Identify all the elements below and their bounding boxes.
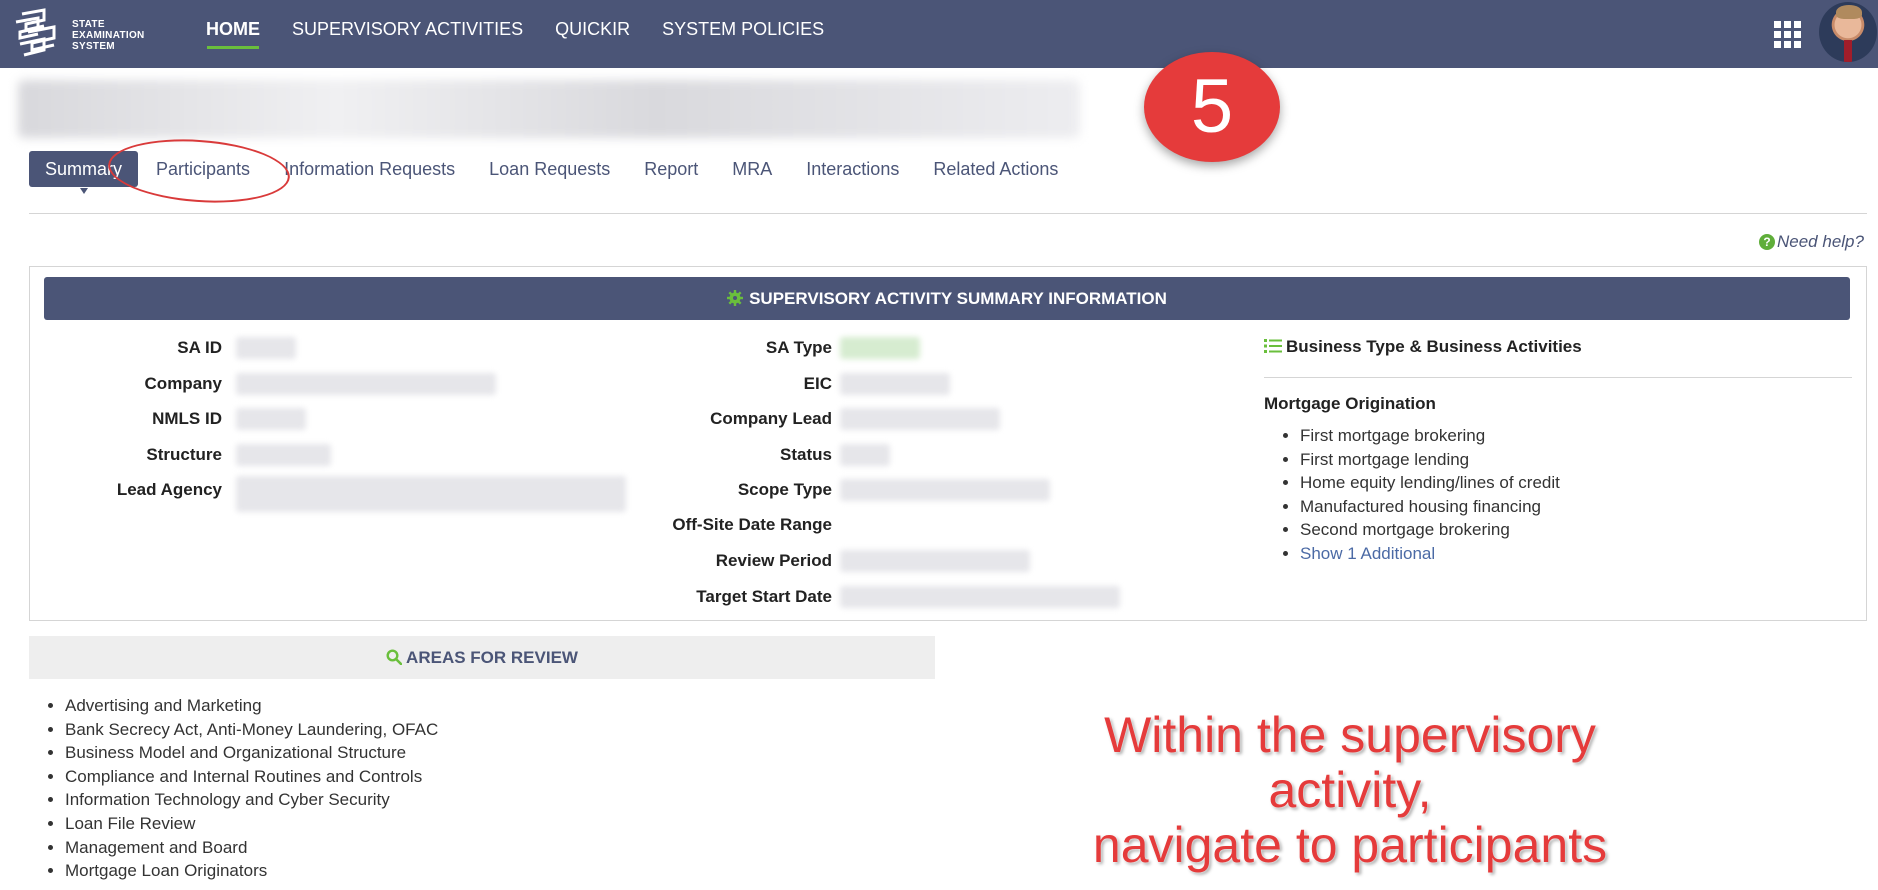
field-label: SA Type xyxy=(765,338,832,357)
list-item: Compliance and Internal Routines and Con… xyxy=(65,765,438,789)
field-label: SA ID xyxy=(177,338,222,357)
field-label: Off-Site Date Range xyxy=(672,515,832,534)
main-nav: HOME SUPERVISORY ACTIVITIES QUICKIR SYST… xyxy=(190,0,840,68)
gear-icon xyxy=(727,290,744,306)
show-more-link[interactable]: Show 1 Additional xyxy=(1300,544,1435,563)
list-item: Mortgage Loan Originators xyxy=(65,859,438,883)
annotation-line-2: navigate to participants xyxy=(1092,817,1608,873)
list-item: Loan File Review xyxy=(65,812,438,836)
field-label: Status xyxy=(780,445,832,464)
field-target-start-date: Target Start Date xyxy=(600,582,832,612)
nav-home[interactable]: HOME xyxy=(190,0,276,68)
tab-interactions[interactable]: Interactions xyxy=(790,151,915,187)
field-lead-agency: Lead Agency xyxy=(29,475,222,505)
field-label: NMLS ID xyxy=(152,409,222,428)
field-label: Target Start Date xyxy=(696,587,832,606)
question-circle-icon: ? xyxy=(1759,234,1775,250)
list-item: Manufactured housing financing xyxy=(1300,495,1560,519)
field-value-redacted xyxy=(236,476,626,512)
list-item-show-more: Show 1 Additional xyxy=(1300,542,1560,566)
tab-related-actions[interactable]: Related Actions xyxy=(917,151,1074,187)
tab-report[interactable]: Report xyxy=(628,151,714,187)
ses-logo-icon xyxy=(15,8,56,57)
field-value-redacted xyxy=(236,444,331,466)
areas-for-review-header-text: AREAS FOR REVIEW xyxy=(406,648,578,667)
list-icon xyxy=(1264,339,1282,353)
business-divider xyxy=(1264,377,1852,378)
field-value-redacted xyxy=(840,337,920,359)
brand-name-line-1: STATE xyxy=(72,19,105,30)
need-help-label: Need help? xyxy=(1777,232,1864,251)
summary-header-text: SUPERVISORY ACTIVITY SUMMARY INFORMATION xyxy=(749,289,1167,308)
step-number-badge: 5 xyxy=(1144,52,1280,162)
field-off-site-date-range: Off-Site Date Range xyxy=(600,510,832,540)
field-value-redacted xyxy=(840,479,1050,501)
list-item: Second mortgage brokering xyxy=(1300,518,1560,542)
brand-name: STATE EXAMINATION SYSTEM xyxy=(72,19,145,52)
field-label: Structure xyxy=(146,445,222,464)
ses-logo[interactable]: STATE EXAMINATION SYSTEM xyxy=(14,6,164,62)
field-sa-type: SA Type xyxy=(600,333,832,363)
need-help-link[interactable]: ? Need help? xyxy=(1759,232,1864,252)
business-type-subtitle: Mortgage Origination xyxy=(1264,394,1436,413)
field-sa-id: SA ID xyxy=(29,333,222,363)
business-activities-title: Business Type & Business Activities xyxy=(1264,337,1582,357)
areas-for-review-header: AREAS FOR REVIEW xyxy=(29,636,935,679)
list-item: First mortgage brokering xyxy=(1300,424,1560,448)
brand-name-line-3: SYSTEM xyxy=(72,41,115,52)
field-status: Status xyxy=(600,440,832,470)
page-title-redacted xyxy=(18,80,1080,138)
field-value-redacted xyxy=(236,337,296,359)
field-company-lead: Company Lead xyxy=(600,404,832,434)
field-value-redacted xyxy=(236,408,306,430)
field-eic: EIC xyxy=(600,369,832,399)
search-icon xyxy=(386,649,403,666)
summary-header: SUPERVISORY ACTIVITY SUMMARY INFORMATION xyxy=(44,277,1850,320)
field-value-redacted xyxy=(840,373,950,395)
participants-highlight-circle xyxy=(106,133,292,209)
field-company: Company xyxy=(29,369,222,399)
tab-information-requests[interactable]: Information Requests xyxy=(268,151,471,187)
apps-grid-icon[interactable] xyxy=(1774,21,1801,48)
field-label: Lead Agency xyxy=(116,480,222,499)
field-value-redacted xyxy=(236,373,496,395)
business-activities-list: First mortgage brokering First mortgage … xyxy=(1264,424,1560,566)
field-value-redacted xyxy=(840,550,1030,572)
nav-system-policies[interactable]: SYSTEM POLICIES xyxy=(646,0,840,68)
list-item: Management and Board xyxy=(65,836,438,860)
field-nmls-id: NMLS ID xyxy=(29,404,222,434)
list-item: Information Technology and Cyber Securit… xyxy=(65,788,438,812)
field-value-redacted xyxy=(840,408,1000,430)
field-value-redacted xyxy=(840,586,1120,608)
field-label: Review Period xyxy=(715,551,832,570)
business-activities-title-text: Business Type & Business Activities xyxy=(1286,337,1582,356)
nav-supervisory-activities[interactable]: SUPERVISORY ACTIVITIES xyxy=(276,0,539,68)
list-item: Advertising and Marketing xyxy=(65,694,438,718)
field-label: Scope Type xyxy=(737,480,832,499)
list-item: Home equity lending/lines of credit xyxy=(1300,471,1560,495)
annotation-line-1: Within the supervisory activity, xyxy=(1104,707,1596,818)
field-label: Company Lead xyxy=(710,409,832,428)
field-structure: Structure xyxy=(29,440,222,470)
user-avatar[interactable] xyxy=(1819,2,1877,62)
list-item: First mortgage lending xyxy=(1300,448,1560,472)
field-review-period: Review Period xyxy=(600,546,832,576)
tab-loan-requests[interactable]: Loan Requests xyxy=(473,151,626,187)
top-navbar: STATE EXAMINATION SYSTEM HOME SUPERVISOR… xyxy=(0,0,1878,68)
tab-divider xyxy=(29,213,1867,214)
field-label: EIC xyxy=(803,374,832,393)
tutorial-annotation: Within the supervisory activity, navigat… xyxy=(1020,708,1680,873)
nav-quickir[interactable]: QUICKIR xyxy=(539,0,646,68)
list-item: Bank Secrecy Act, Anti-Money Laundering,… xyxy=(65,718,438,742)
field-value-redacted xyxy=(840,444,890,466)
areas-for-review-list: Advertising and Marketing Bank Secrecy A… xyxy=(29,694,438,883)
field-label: Company xyxy=(144,374,222,393)
field-scope-type: Scope Type xyxy=(600,475,832,505)
brand-name-line-2: EXAMINATION xyxy=(72,30,145,41)
tab-mra[interactable]: MRA xyxy=(716,151,788,187)
list-item: Business Model and Organizational Struct… xyxy=(65,741,438,765)
